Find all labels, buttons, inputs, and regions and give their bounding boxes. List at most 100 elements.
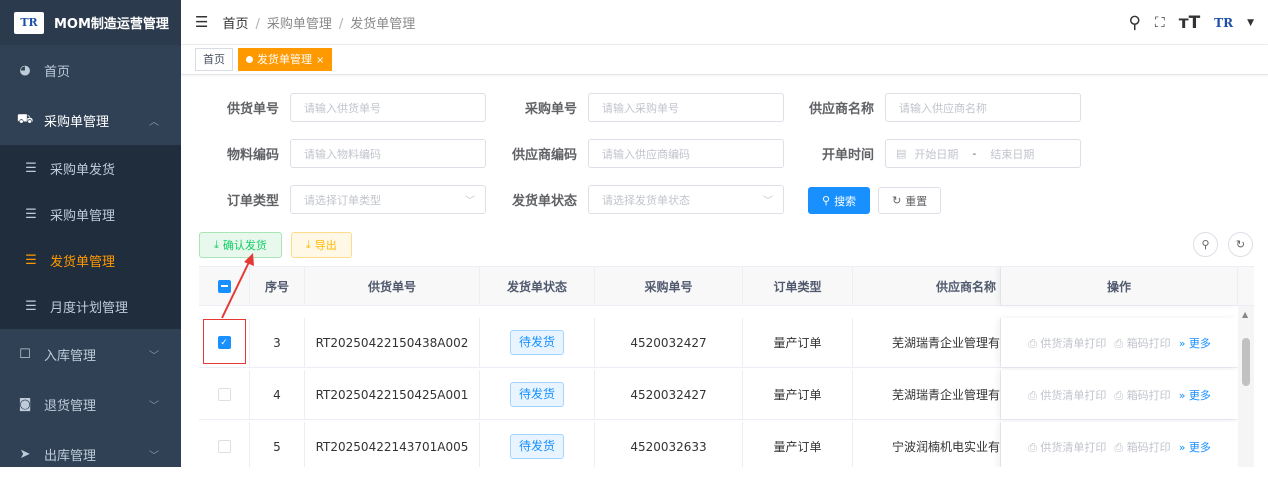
more-link[interactable]: » 更多 (1179, 439, 1211, 455)
header-tools: ⚲ ⛶ тT TR ▼ (1128, 0, 1254, 45)
printer-icon: ⎙ (1114, 388, 1124, 402)
cart-icon: ⛟ (16, 111, 34, 127)
refresh-button[interactable]: ↻ (1228, 232, 1253, 257)
sidebar-item-outbound[interactable]: ➤ 出库管理 ﹀ (0, 429, 181, 479)
sidebar-item-ship-manage[interactable]: ☰ 发货单管理 (0, 237, 181, 283)
order-type-select[interactable]: 请选择订单类型 ﹀ (290, 185, 486, 214)
table-row[interactable]: 5 RT20250422143701A005 待发货 4520032633 量产… (199, 422, 1254, 467)
sidebar-item-po-ship[interactable]: ☰ 采购单发货 (0, 145, 181, 191)
header-type: 订单类型 (743, 267, 853, 305)
double-chevron-right-icon: » (1178, 388, 1186, 402)
sidebar-item-home[interactable]: ◕ 首页 (0, 45, 181, 95)
tag-current[interactable]: 发货单管理 × (238, 48, 333, 71)
breadcrumb-home[interactable]: 首页 (222, 17, 248, 32)
tag-home[interactable]: 首页 (195, 48, 233, 71)
breadcrumb-current: 发货单管理 (350, 16, 416, 32)
cell-supply-no: RT20250422150438A002 (305, 318, 480, 367)
list-icon: ☰ (25, 160, 37, 176)
row-select-cell[interactable] (199, 422, 250, 467)
export-button[interactable]: ⤓ 导出 (290, 232, 352, 258)
sidebar-item-label: 首页 (44, 64, 71, 80)
font-size-icon[interactable]: тT (1179, 13, 1200, 33)
print-list-link[interactable]: ⎙ 供货清单打印 (1028, 387, 1106, 403)
sidebar-item-label: 退货管理 (44, 398, 97, 414)
breadcrumb-purchase[interactable]: 采购单管理 (267, 17, 332, 32)
user-avatar[interactable]: TR (1214, 16, 1233, 30)
date-range-picker[interactable]: ▤ 开始日期 - 结束日期 (885, 139, 1081, 168)
sidebar-item-label: 出库管理 (44, 448, 97, 464)
brand[interactable]: TR MOM制造运营管理 (0, 0, 181, 45)
status-badge: 待发货 (509, 330, 564, 355)
table-scrollbar[interactable]: ▲ (1238, 306, 1254, 467)
status-badge: 待发货 (509, 434, 564, 459)
sidebar-item-label: 入库管理 (44, 348, 97, 364)
tags-view: 首页 发货单管理 × (181, 45, 1268, 75)
print-box-link[interactable]: ⎙ 箱码打印 (1114, 335, 1170, 351)
row-select-cell[interactable] (199, 370, 250, 419)
more-link[interactable]: » 更多 (1179, 387, 1211, 403)
sidebar-item-monthly-plan[interactable]: ☰ 月度计划管理 (0, 283, 181, 329)
return-icon: ◙ (18, 396, 32, 412)
cell-ops: ⎙ 供货清单打印 ⎙ 箱码打印 » 更多 (1001, 422, 1238, 467)
app-title: MOM制造运营管理 (54, 17, 169, 32)
reset-button[interactable]: ↻ 重置 (878, 187, 942, 214)
download-icon: ⤓ (214, 238, 219, 251)
label-supplier-code: 供应商编码 (511, 148, 577, 163)
caret-down-icon[interactable]: ▼ (1247, 18, 1254, 28)
sidebar-item-label: 发货单管理 (50, 254, 116, 270)
cell-po-no: 4520032427 (595, 318, 743, 367)
cell-supply-no: RT20250422143701A005 (305, 422, 480, 467)
material-code-input[interactable]: 请输入物料编码 (290, 139, 486, 168)
scrollbar-thumb[interactable] (1242, 338, 1250, 386)
print-list-link[interactable]: ⎙ 供货清单打印 (1028, 335, 1106, 351)
close-icon[interactable]: × (316, 55, 324, 66)
search-icon: ⚲ (822, 194, 831, 207)
cell-idx: 3 (250, 318, 305, 367)
header-idx: 序号 (250, 267, 305, 305)
ship-status-select[interactable]: 请选择发货单状态 ﹀ (588, 185, 784, 214)
select-all-checkbox[interactable] (217, 279, 231, 293)
hamburger-icon[interactable]: ☰ (195, 13, 208, 31)
scroll-up-icon: ▲ (1242, 310, 1249, 319)
cell-supplier: 芜湖瑞青企业管理有 (853, 318, 1001, 367)
search-button[interactable]: ⚲ 搜索 (808, 187, 871, 214)
printer-icon: ⎙ (1028, 388, 1037, 402)
chevron-down-icon: ﹀ (149, 400, 159, 412)
po-no-input[interactable]: 请输入采购单号 (588, 93, 784, 122)
search-icon[interactable]: ⚲ (1128, 13, 1140, 33)
more-link[interactable]: » 更多 (1179, 335, 1211, 351)
refresh-icon: ↻ (892, 194, 902, 207)
print-box-link[interactable]: ⎙ 箱码打印 (1114, 439, 1170, 455)
cell-supplier: 宁波润楠机电实业有 (853, 422, 1001, 467)
header-supplier: 供应商名称 (853, 267, 1001, 305)
cell-idx: 5 (250, 422, 305, 467)
cell-po-no: 4520032427 (595, 370, 743, 419)
cell-status: 待发货 (480, 370, 595, 419)
chevron-down-icon: ﹀ (763, 196, 773, 207)
print-list-link[interactable]: ⎙ 供货清单打印 (1028, 439, 1106, 455)
sidebar-item-inbound[interactable]: ☐ 入库管理 ﹀ (0, 329, 181, 379)
sidebar-item-return[interactable]: ◙ 退货管理 ﹀ (0, 379, 181, 429)
table-row[interactable]: 4 RT20250422150425A001 待发货 4520032427 量产… (199, 370, 1254, 420)
select-all-cell[interactable] (199, 267, 250, 305)
supplier-name-input[interactable]: 请输入供应商名称 (885, 93, 1081, 122)
cell-ops: ⎙ 供货清单打印 ⎙ 箱码打印 » 更多 (1001, 370, 1238, 419)
row-checkbox[interactable] (217, 440, 231, 453)
cell-ops: ⎙ 供货清单打印 ⎙ 箱码打印 » 更多 (1001, 318, 1238, 367)
print-box-link[interactable]: ⎙ 箱码打印 (1114, 387, 1170, 403)
sidebar-item-purchase[interactable]: ⛟ 采购单管理 ︿ (0, 95, 181, 145)
printer-icon: ⎙ (1114, 440, 1124, 454)
label-po-no: 采购单号 (524, 102, 577, 117)
chevron-down-icon: ﹀ (149, 450, 159, 462)
cell-status: 待发货 (480, 422, 595, 467)
calendar-icon: ▤ (896, 147, 907, 160)
confirm-ship-button[interactable]: ⤓ 确认发货 (199, 232, 282, 258)
row-checkbox[interactable] (217, 388, 231, 401)
annotation-highlight-box (203, 319, 246, 364)
table-row[interactable]: ✓ 3 RT20250422150438A002 待发货 4520032427 … (199, 318, 1254, 368)
search-toggle-button[interactable]: ⚲ (1193, 232, 1218, 257)
fullscreen-icon[interactable]: ⛶ (1155, 15, 1165, 31)
supplier-code-input[interactable]: 请输入供应商编码 (588, 139, 784, 168)
supply-no-input[interactable]: 请输入供货单号 (290, 93, 486, 122)
sidebar-item-po-manage[interactable]: ☰ 采购单管理 (0, 191, 181, 237)
